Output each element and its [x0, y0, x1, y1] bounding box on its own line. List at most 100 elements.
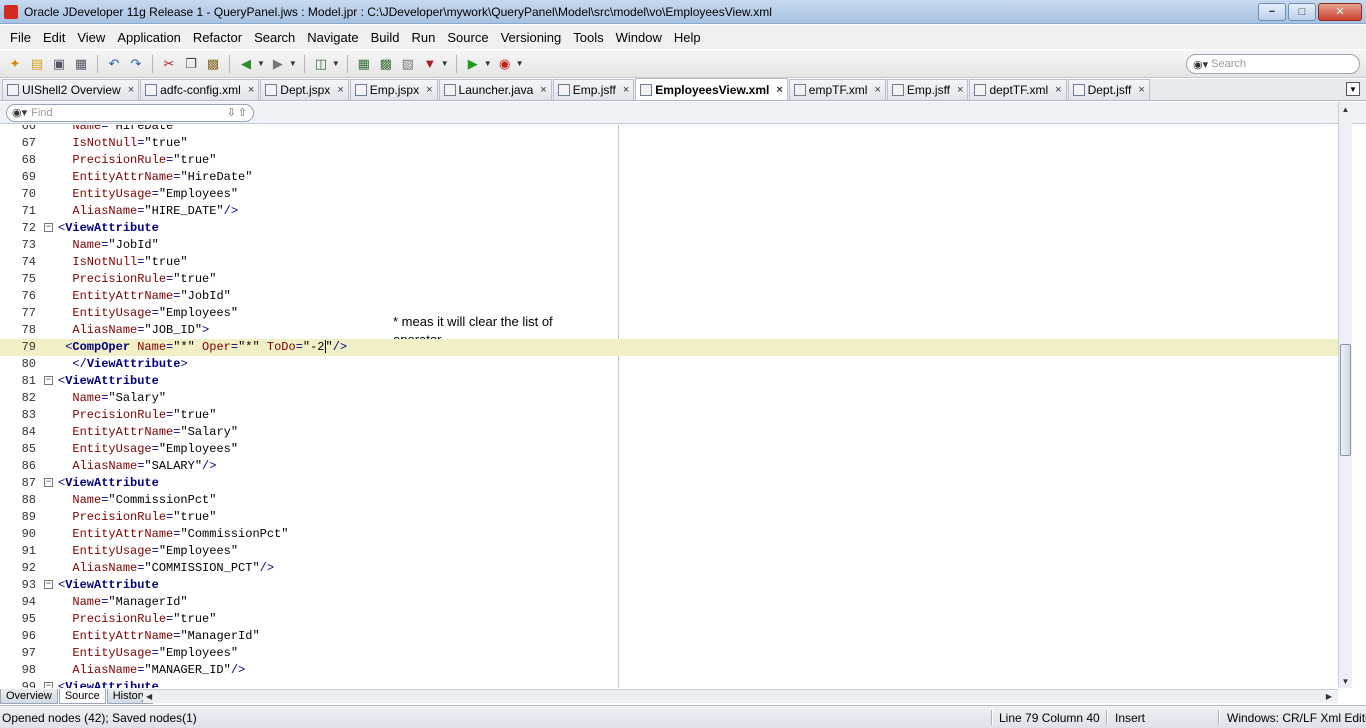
fold-toggle-icon[interactable]: −: [44, 580, 53, 589]
minimize-button[interactable]: −: [1258, 2, 1286, 21]
menu-build[interactable]: Build: [365, 30, 406, 45]
tab-launcher-java[interactable]: Launcher.java ×: [438, 79, 552, 100]
fold-toggle-icon[interactable]: −: [44, 376, 53, 385]
code-line[interactable]: 67 IsNotNull="true": [0, 135, 1338, 152]
code-line[interactable]: 73 Name="JobId": [0, 237, 1338, 254]
debug-dropdown-icon[interactable]: ▼: [516, 59, 524, 68]
scroll-down-icon[interactable]: ▼: [1339, 674, 1352, 688]
close-icon[interactable]: ×: [540, 84, 546, 96]
code-line[interactable]: 69 EntityAttrName="HireDate": [0, 169, 1338, 186]
fold-toggle-icon[interactable]: −: [44, 478, 53, 487]
global-search-box[interactable]: ◉▾: [1186, 54, 1360, 74]
code-line[interactable]: 96 EntityAttrName="ManagerId": [0, 628, 1338, 645]
code-line[interactable]: 99 − <ViewAttribute: [0, 679, 1338, 688]
code-editor[interactable]: * meas it will clear the list of operato…: [0, 125, 1338, 688]
maximize-button[interactable]: □: [1288, 2, 1316, 21]
menu-help[interactable]: Help: [668, 30, 707, 45]
code-line[interactable]: 94 Name="ManagerId": [0, 594, 1338, 611]
debug-icon[interactable]: ◉: [496, 55, 514, 73]
fold-toggle-icon[interactable]: −: [44, 682, 53, 688]
code-line[interactable]: 98 AliasName="MANAGER_ID"/>: [0, 662, 1338, 679]
sql-worksheet-icon[interactable]: ◫: [312, 55, 330, 73]
code-line[interactable]: 82 Name="Salary": [0, 390, 1338, 407]
code-line[interactable]: 89 PrecisionRule="true": [0, 509, 1338, 526]
code-line[interactable]: 81− <ViewAttribute: [0, 373, 1338, 390]
new-file-icon[interactable]: ✦: [6, 55, 24, 73]
find-field[interactable]: ◉▾ ⇩⇧: [6, 103, 254, 122]
undo-icon[interactable]: ↶: [105, 55, 123, 73]
back-icon[interactable]: ◀: [237, 55, 255, 73]
menu-search[interactable]: Search: [248, 30, 301, 45]
close-icon[interactable]: ×: [1055, 84, 1061, 96]
code-line[interactable]: 80 </ViewAttribute>: [0, 356, 1338, 373]
tab-employeesview-xml[interactable]: EmployeesView.xml ×: [635, 78, 788, 100]
code-line[interactable]: 76 EntityAttrName="JobId": [0, 288, 1338, 305]
save-icon[interactable]: ▣: [50, 55, 68, 73]
code-line[interactable]: 95 PrecisionRule="true": [0, 611, 1338, 628]
find-input[interactable]: [31, 106, 202, 119]
make-icon[interactable]: ▦: [355, 55, 373, 73]
code-line[interactable]: 77 EntityUsage="Employees": [0, 305, 1338, 322]
menu-file[interactable]: File: [4, 30, 37, 45]
menu-source[interactable]: Source: [441, 30, 494, 45]
tab-source[interactable]: Source: [58, 689, 106, 704]
code-line[interactable]: 72− <ViewAttribute: [0, 220, 1338, 237]
code-line[interactable]: 92 AliasName="COMMISSION_PCT"/>: [0, 560, 1338, 577]
run-dropdown-icon[interactable]: ▼: [484, 59, 492, 68]
code-line[interactable]: 88 Name="CommissionPct": [0, 492, 1338, 509]
code-line[interactable]: 84 EntityAttrName="Salary": [0, 424, 1338, 441]
save-all-icon[interactable]: ▦: [72, 55, 90, 73]
close-icon[interactable]: ×: [623, 84, 629, 96]
code-line[interactable]: 78 AliasName="JOB_ID">: [0, 322, 1338, 339]
open-folder-icon[interactable]: ▤: [28, 55, 46, 73]
menu-window[interactable]: Window: [610, 30, 668, 45]
tab-emp-jsff[interactable]: Emp.jsff ×: [552, 79, 635, 100]
global-search-input[interactable]: [1211, 58, 1342, 70]
tab-depttf-xml[interactable]: deptTF.xml ×: [969, 79, 1067, 100]
close-button[interactable]: ✕: [1318, 2, 1362, 21]
back-dropdown-icon[interactable]: ▼: [257, 59, 265, 68]
paste-icon[interactable]: ▩: [204, 55, 222, 73]
code-line[interactable]: 93− <ViewAttribute: [0, 577, 1338, 594]
copy-icon[interactable]: ❐: [182, 55, 200, 73]
find-next-prev-icon[interactable]: ⇩⇧: [227, 106, 249, 119]
code-line[interactable]: 91 EntityUsage="Employees": [0, 543, 1338, 560]
build-all-icon[interactable]: ▧: [399, 55, 417, 73]
horizontal-scrollbar[interactable]: ◀ ▶: [143, 689, 1338, 703]
tab-emp-jspx[interactable]: Emp.jspx ×: [349, 79, 438, 100]
menu-application[interactable]: Application: [111, 30, 187, 45]
rebuild-icon[interactable]: ▩: [377, 55, 395, 73]
sql-dropdown-icon[interactable]: ▼: [332, 59, 340, 68]
vertical-scrollbar[interactable]: ▲ ▼: [1338, 102, 1352, 688]
run-icon[interactable]: ▶: [464, 55, 482, 73]
code-line[interactable]: 79 <CompOper Name="*" Oper="*" ToDo="-2"…: [0, 339, 1338, 356]
menu-run[interactable]: Run: [406, 30, 442, 45]
tab-list-dropdown-icon[interactable]: ▼: [1346, 82, 1360, 96]
code-line[interactable]: 75 PrecisionRule="true": [0, 271, 1338, 288]
code-line[interactable]: 83 PrecisionRule="true": [0, 407, 1338, 424]
redo-icon[interactable]: ↷: [127, 55, 145, 73]
close-icon[interactable]: ×: [128, 84, 134, 96]
tab-dept-jsff[interactable]: Dept.jsff ×: [1067, 79, 1150, 100]
menu-navigate[interactable]: Navigate: [301, 30, 364, 45]
scroll-right-icon[interactable]: ▶: [1326, 692, 1332, 701]
forward-icon[interactable]: ▶: [269, 55, 287, 73]
deploy-icon[interactable]: ▼: [421, 55, 439, 73]
deploy-dropdown-icon[interactable]: ▼: [441, 59, 449, 68]
tab-adfc-config[interactable]: adfc-config.xml ×: [140, 79, 260, 100]
menu-view[interactable]: View: [71, 30, 111, 45]
menu-edit[interactable]: Edit: [37, 30, 71, 45]
cut-icon[interactable]: ✂: [160, 55, 178, 73]
code-line[interactable]: 90 EntityAttrName="CommissionPct": [0, 526, 1338, 543]
tab-overview[interactable]: Overview: [0, 689, 58, 704]
code-line[interactable]: 68 PrecisionRule="true": [0, 152, 1338, 169]
close-icon[interactable]: ×: [248, 84, 254, 96]
close-icon[interactable]: ×: [337, 84, 343, 96]
code-line[interactable]: 71 AliasName="HIRE_DATE"/>: [0, 203, 1338, 220]
close-icon[interactable]: ×: [426, 84, 432, 96]
close-icon[interactable]: ×: [1138, 84, 1144, 96]
menu-tools[interactable]: Tools: [567, 30, 609, 45]
close-icon[interactable]: ×: [874, 84, 880, 96]
scroll-left-icon[interactable]: ◀: [146, 692, 152, 701]
scroll-thumb[interactable]: [1340, 344, 1351, 456]
